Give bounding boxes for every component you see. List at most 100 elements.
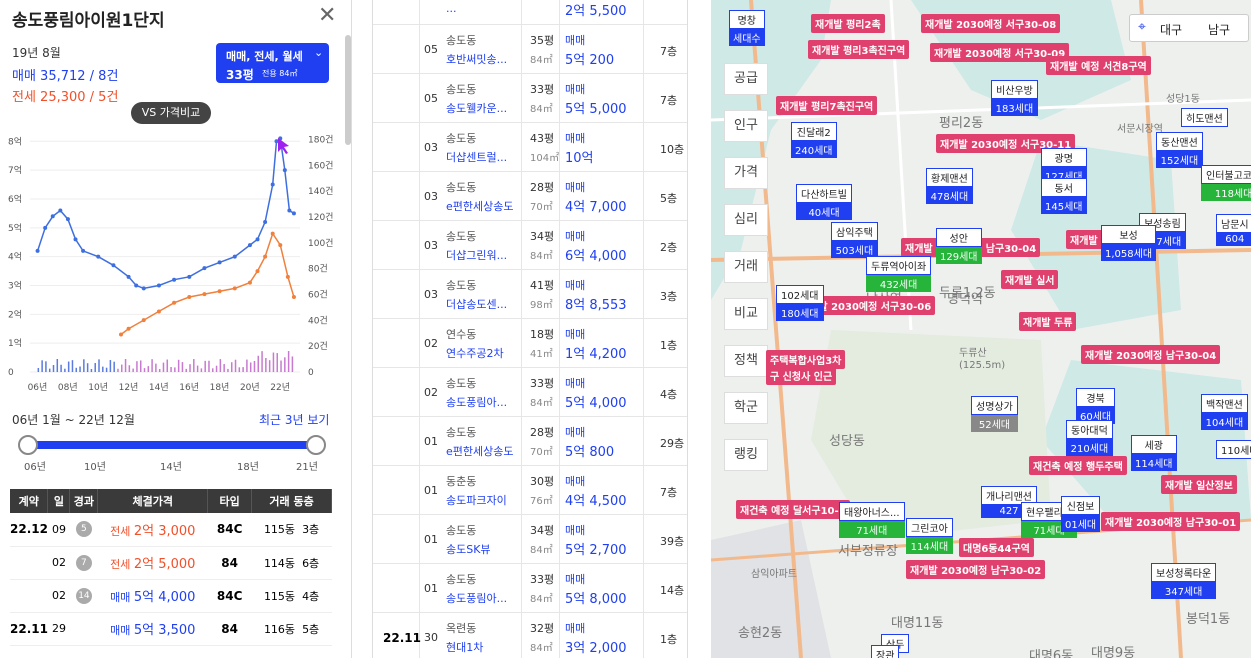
redevelopment-label[interactable]: 재개발 2030예정 서구30-08 (921, 14, 1061, 33)
price-value: 5억 3,500 (133, 623, 196, 638)
slider-end-handle[interactable] (306, 435, 326, 455)
marker-count: 432세대 (866, 275, 932, 292)
apartment-marker[interactable]: 성안 129세대 (936, 228, 982, 264)
period-slider-track[interactable] (27, 441, 317, 449)
apartment-marker[interactable]: 동서 145세대 (1041, 178, 1087, 214)
apartment-marker[interactable]: 동산맨션 152세대 (1156, 132, 1203, 168)
apartment-marker[interactable]: 보성 1,058세대 (1101, 225, 1157, 261)
table-row[interactable]: 02 7 전세 2억 5,000 84 114동 6층 (10, 546, 332, 580)
list-item[interactable]: 22.11 30 옥련동 현대1차 32평 84㎡ 매매 3억 2,000 1층 (373, 613, 687, 658)
list-item[interactable]: 01 동춘동 송도파크자이 30평 76㎡ 매매 4억 4,500 7층 (373, 466, 687, 515)
apartment-title: 송도풍림아이원1단지 (12, 11, 165, 31)
list-item[interactable]: 05 송도동 호반써밋송... 35평 84㎡ 매매 5억 200 7층 (373, 25, 687, 74)
apartment-marker[interactable]: 인터불고코아118세대 (1201, 165, 1251, 201)
city-selector[interactable]: ⌖ 대구 남구 (1129, 14, 1249, 42)
apartment-marker[interactable]: 110세대 (1216, 440, 1251, 459)
slider-tick: 14년 (160, 462, 182, 473)
apartment-marker[interactable]: 신점보 01세대 (1061, 496, 1101, 532)
map-menu-0[interactable]: 공급 (724, 63, 768, 95)
list-item[interactable]: 03 송도동 더샵송도센... 41평 98㎡ 매매 8억 8,553 3층 (373, 270, 687, 319)
table-row[interactable]: 02 14 매매 5억 4,000 84C 115동 4층 (10, 579, 332, 613)
redevelopment-label[interactable]: 대명6동44구역 (959, 538, 1034, 557)
list-item[interactable]: 05 송도동 송도웰카운... 33평 84㎡ 매매 5억 5,000 7층 (373, 74, 687, 123)
redevelopment-label[interactable]: 재개발 일산정보 (1161, 475, 1237, 494)
redevelopment-label[interactable]: 재개발 2030예정 남구30-04 (1081, 345, 1221, 364)
redevelopment-label[interactable]: 재개발 평리3촉진구역 (808, 40, 910, 59)
redevelopment-label[interactable]: 재개발 실서 (1001, 270, 1059, 289)
redevelopment-label[interactable]: 구 신청사 인근 (766, 366, 837, 385)
apartment-marker[interactable]: 경북 60세대 (1076, 388, 1116, 424)
type-size-selector[interactable]: 매매, 전세, 월세 ⌄ 33평 전용 84㎡ (216, 43, 329, 83)
volume-bar (94, 363, 96, 372)
map-menu-6[interactable]: 정책 (724, 345, 768, 377)
list-item[interactable]: 01 송도동 송도풍림아... 33평 84㎡ 매매 5억 8,000 14층 (373, 564, 687, 613)
apartment-marker[interactable]: 장관 (871, 645, 900, 658)
list-item[interactable]: 03 송도동 더샵센트럴... 43평 104㎡ 매매 10억 10층 (373, 123, 687, 172)
map-menu-4[interactable]: 거래 (724, 251, 768, 283)
list-item[interactable]: 03 송도동 e편한세상송도 28평 70㎡ 매매 4억 7,000 5층 (373, 172, 687, 221)
map-menu-7[interactable]: 학군 (724, 392, 768, 424)
redevelopment-label[interactable]: 재개발 평리2촉 (811, 14, 885, 33)
marker-count: 478세대 (926, 187, 973, 204)
marker-count: 145세대 (1041, 197, 1087, 214)
apartment-marker[interactable]: 두류역아이좌 432세대 (866, 256, 932, 292)
redevelopment-label[interactable]: 재개발 2030예정 남구30-02 (906, 560, 1046, 579)
list-item[interactable]: 03 송도동 더샵그린워... 34평 84㎡ 매매 6억 4,000 2층 (373, 221, 687, 270)
apartment-marker[interactable]: 보성청록타운 347세대 (1151, 563, 1217, 599)
x-tick-label: 06년 (28, 382, 48, 393)
kind-label: 매매 (110, 591, 131, 604)
apartment-marker[interactable]: 진달래2 240세대 (791, 122, 837, 158)
list-item[interactable]: 01 송도동 송도SK뷰 34평 84㎡ 매매 5억 2,700 39층 (373, 515, 687, 564)
marker-name: 세광 (1131, 435, 1177, 454)
apartment-marker[interactable]: 동아대덕 210세대 (1066, 420, 1113, 456)
city-button[interactable]: 대구 (1160, 21, 1182, 38)
apartment-marker[interactable]: 삼익주택 503세대 (831, 222, 878, 258)
place-label: 성당1동 (1166, 94, 1200, 105)
map-view[interactable]: ⌖ 대구 남구 공급인구가격심리거래비교정책학군랭킹 비산2동평리2동두류1,2… (711, 0, 1251, 658)
list-item[interactable]: 02 송도동 송도풍림아... 33평 84㎡ 매매 5억 4,000 4층 (373, 368, 687, 417)
dong-cell: 송도동 (446, 573, 477, 586)
map-menu-2[interactable]: 가격 (724, 157, 768, 189)
apartment-marker[interactable]: 남문시 604 (1216, 214, 1251, 246)
map-menu-3[interactable]: 심리 (724, 204, 768, 236)
redevelopment-label[interactable]: 재개발 예정 서견8구역 (1046, 56, 1151, 75)
apartment-marker[interactable]: 다산하트빌 40세대 (796, 184, 852, 220)
apartment-marker[interactable]: 황제맨션 478세대 (926, 168, 973, 204)
scrollbar[interactable] (345, 35, 351, 145)
redevelopment-label[interactable]: 재개발 두류 (1019, 312, 1077, 331)
apartment-marker[interactable]: 성명상가 52세대 (971, 396, 1018, 432)
redevelopment-label[interactable]: 재건축 예정 달서구10-0 (736, 500, 850, 519)
recent-3y-button[interactable]: 최근 3년 보기 (259, 411, 329, 428)
data-point (247, 243, 252, 248)
apartment-marker[interactable]: 백작맨션 104세대 (1201, 394, 1248, 430)
table-row[interactable]: 22.12 09 5 전세 2억 3,000 84C 115동 3층 (10, 513, 332, 547)
volume-bar (37, 367, 40, 372)
volume-bar (234, 359, 237, 372)
apartment-marker[interactable]: 히도맨션 (1181, 108, 1228, 127)
volume-bar (174, 367, 176, 372)
apartment-marker[interactable]: 비산우방 183세대 (991, 80, 1038, 116)
map-menu-5[interactable]: 비교 (724, 298, 768, 330)
map-menu-8[interactable]: 랭킹 (724, 439, 768, 471)
volume-bar (249, 362, 252, 372)
apartment-marker[interactable]: 세광 114세대 (1131, 435, 1177, 471)
apartment-marker[interactable]: 102세대 180세대 (776, 285, 824, 321)
list-item[interactable]: ... 2억 5,500 (373, 0, 687, 25)
map-menu-1[interactable]: 인구 (724, 110, 768, 142)
redevelopment-label[interactable]: 재개발 2030예정 남구30-01 (1101, 512, 1241, 531)
slider-start-handle[interactable] (18, 435, 38, 455)
district-button[interactable]: 남구 (1208, 21, 1230, 38)
apartment-marker[interactable]: 명창 세대수 (729, 10, 765, 46)
apartment-marker[interactable]: 그린코아 114세대 (906, 518, 953, 554)
list-item[interactable]: 01 송도동 e편한세상송도 28평 70㎡ 매매 5억 800 29층 (373, 417, 687, 466)
price-value: 2억 3,000 (133, 523, 196, 539)
data-point (50, 214, 55, 219)
close-icon[interactable]: ✕ (318, 3, 336, 28)
apartment-marker[interactable]: 태왕아너스... 71세대 (839, 502, 905, 538)
volume-bar (60, 364, 62, 372)
redevelopment-label[interactable]: 재개발 평리7촉진구역 (776, 96, 878, 115)
redevelopment-label[interactable]: 재건축 예정 행두주택 (1029, 456, 1127, 475)
table-row[interactable]: 22.11 29 매매 5억 3,500 84 116동 5층 (10, 612, 332, 646)
volume-bar (64, 368, 66, 372)
list-item[interactable]: 02 연수동 연수주공2차 18평 41㎡ 매매 1억 4,200 1층 (373, 319, 687, 368)
